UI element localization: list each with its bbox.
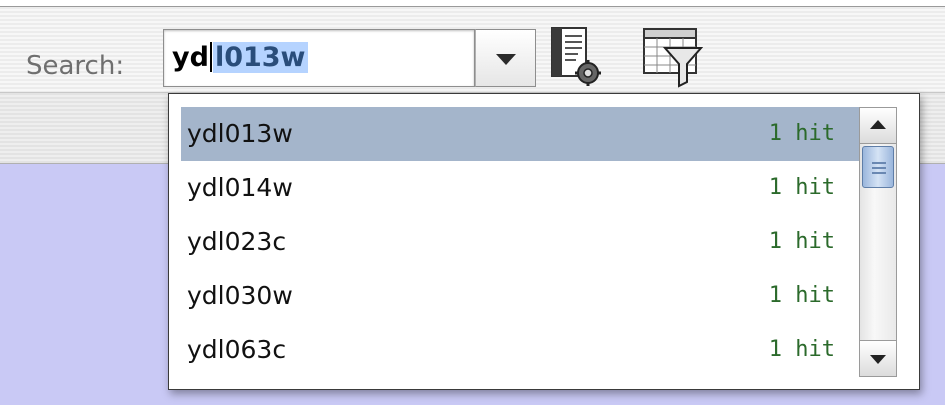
scrollbar-thumb[interactable]: [862, 146, 894, 188]
text-caret: [209, 41, 212, 72]
thumb-grip: [872, 167, 886, 169]
search-typed-text: yd: [172, 42, 209, 73]
suggestion-hit-count: 1 hit: [768, 175, 835, 200]
suggestion-list: ydl013w 1 hit ydl014w 1 hit ydl023c 1 hit ydl0…: [181, 107, 859, 377]
thumb-grip: [872, 172, 886, 174]
search-autocomplete-text: l013w: [212, 42, 308, 73]
scroll-up-button[interactable]: [860, 108, 896, 144]
suggestion-item[interactable]: ydl063c 1 hit: [181, 323, 859, 377]
suggestion-label: ydl063c: [187, 335, 287, 364]
table-filter-icon[interactable]: [641, 26, 704, 92]
arrow-down-icon: [870, 355, 886, 364]
suggestion-label: ydl013w: [187, 119, 293, 148]
suggestion-item[interactable]: ydl023c 1 hit: [181, 215, 859, 269]
window-top-edge: [0, 0, 945, 7]
suggestion-label: ydl023c: [187, 227, 287, 256]
suggestion-item[interactable]: ydl013w 1 hit: [181, 107, 859, 161]
search-history-dropdown-button[interactable]: [475, 29, 536, 87]
suggestion-hit-count: 1 hit: [768, 337, 835, 362]
suggestion-hit-count: 1 hit: [768, 283, 835, 308]
suggestion-hit-count: 1 hit: [768, 121, 835, 146]
suggestion-label: ydl030w: [187, 281, 293, 310]
suggestion-hit-count: 1 hit: [768, 229, 835, 254]
scroll-down-button[interactable]: [860, 340, 896, 376]
thumb-grip: [872, 162, 886, 164]
search-label: Search:: [26, 51, 125, 81]
autocomplete-popup: ydl013w 1 hit ydl014w 1 hit ydl023c 1 hit ydl0…: [168, 93, 920, 390]
suggestion-item[interactable]: ydl030w 1 hit: [181, 269, 859, 323]
popup-scrollbar[interactable]: [859, 107, 897, 377]
chevron-down-icon: [496, 54, 516, 65]
suggestion-label: ydl014w: [187, 173, 293, 202]
document-settings-icon[interactable]: [548, 26, 602, 92]
arrow-up-icon: [870, 120, 886, 129]
suggestion-item[interactable]: ydl014w 1 hit: [181, 161, 859, 215]
search-input[interactable]: yd l013w: [163, 29, 475, 87]
